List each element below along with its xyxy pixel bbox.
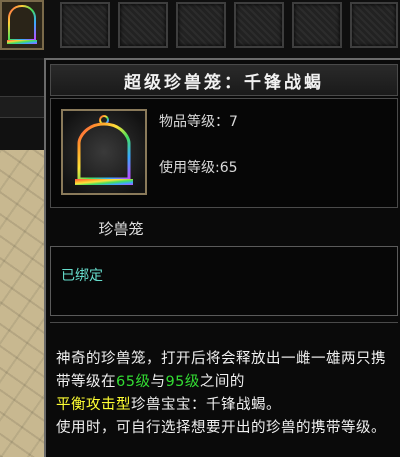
inventory-slot-5[interactable]: [292, 2, 342, 48]
use-level: 使用等级:65: [159, 160, 238, 176]
desc-text-4: 珍兽宝宝：千锋战蝎。: [131, 397, 281, 413]
item-description: 神奇的珍兽笼，打开后将会释放出一雌一雄两只携带等级在65级与95级之间的 平衡攻…: [56, 348, 396, 440]
desc-text-5: 使用时，可自行选择想要开出的珍兽的携带等级。: [56, 420, 386, 436]
game-ui: 超级珍兽笼：千锋战蝎 物品等级：7 使用等级:65 珍兽笼 已绑定 神奇的珍兽笼…: [0, 0, 400, 457]
desc-text-3: 之间的: [199, 374, 245, 390]
desc-attack-type: 平衡攻击型: [56, 397, 131, 413]
inventory-slot-6[interactable]: [350, 2, 398, 48]
item-icon-frame: [61, 109, 147, 195]
inventory-slot-selected[interactable]: [0, 0, 44, 50]
tooltip-title-bar: 超级珍兽笼：千锋战蝎: [50, 64, 398, 96]
birdcage-icon: [7, 4, 37, 44]
item-tooltip: 超级珍兽笼：千锋战蝎 物品等级：7 使用等级:65 珍兽笼 已绑定 神奇的珍兽笼…: [44, 58, 400, 457]
item-info-box: 物品等级：7 使用等级:65: [50, 98, 398, 208]
item-level: 物品等级：7: [159, 114, 238, 130]
desc-text-2: 与: [150, 374, 166, 390]
item-title: 超级珍兽笼：千锋战蝎: [124, 72, 324, 93]
item-type: 珍兽笼: [98, 220, 144, 238]
bound-status-box: 已绑定: [50, 246, 398, 316]
bound-status: 已绑定: [61, 268, 103, 284]
birdcage-icon: [63, 111, 145, 193]
inventory-strip: [0, 0, 400, 58]
inventory-slot-1[interactable]: [60, 2, 110, 48]
divider: [50, 322, 398, 323]
desc-max-level: 95级: [165, 374, 200, 390]
inventory-slot-3[interactable]: [176, 2, 226, 48]
inventory-slot-4[interactable]: [234, 2, 284, 48]
inventory-slot-2[interactable]: [118, 2, 168, 48]
desc-min-level: 65级: [116, 374, 151, 390]
